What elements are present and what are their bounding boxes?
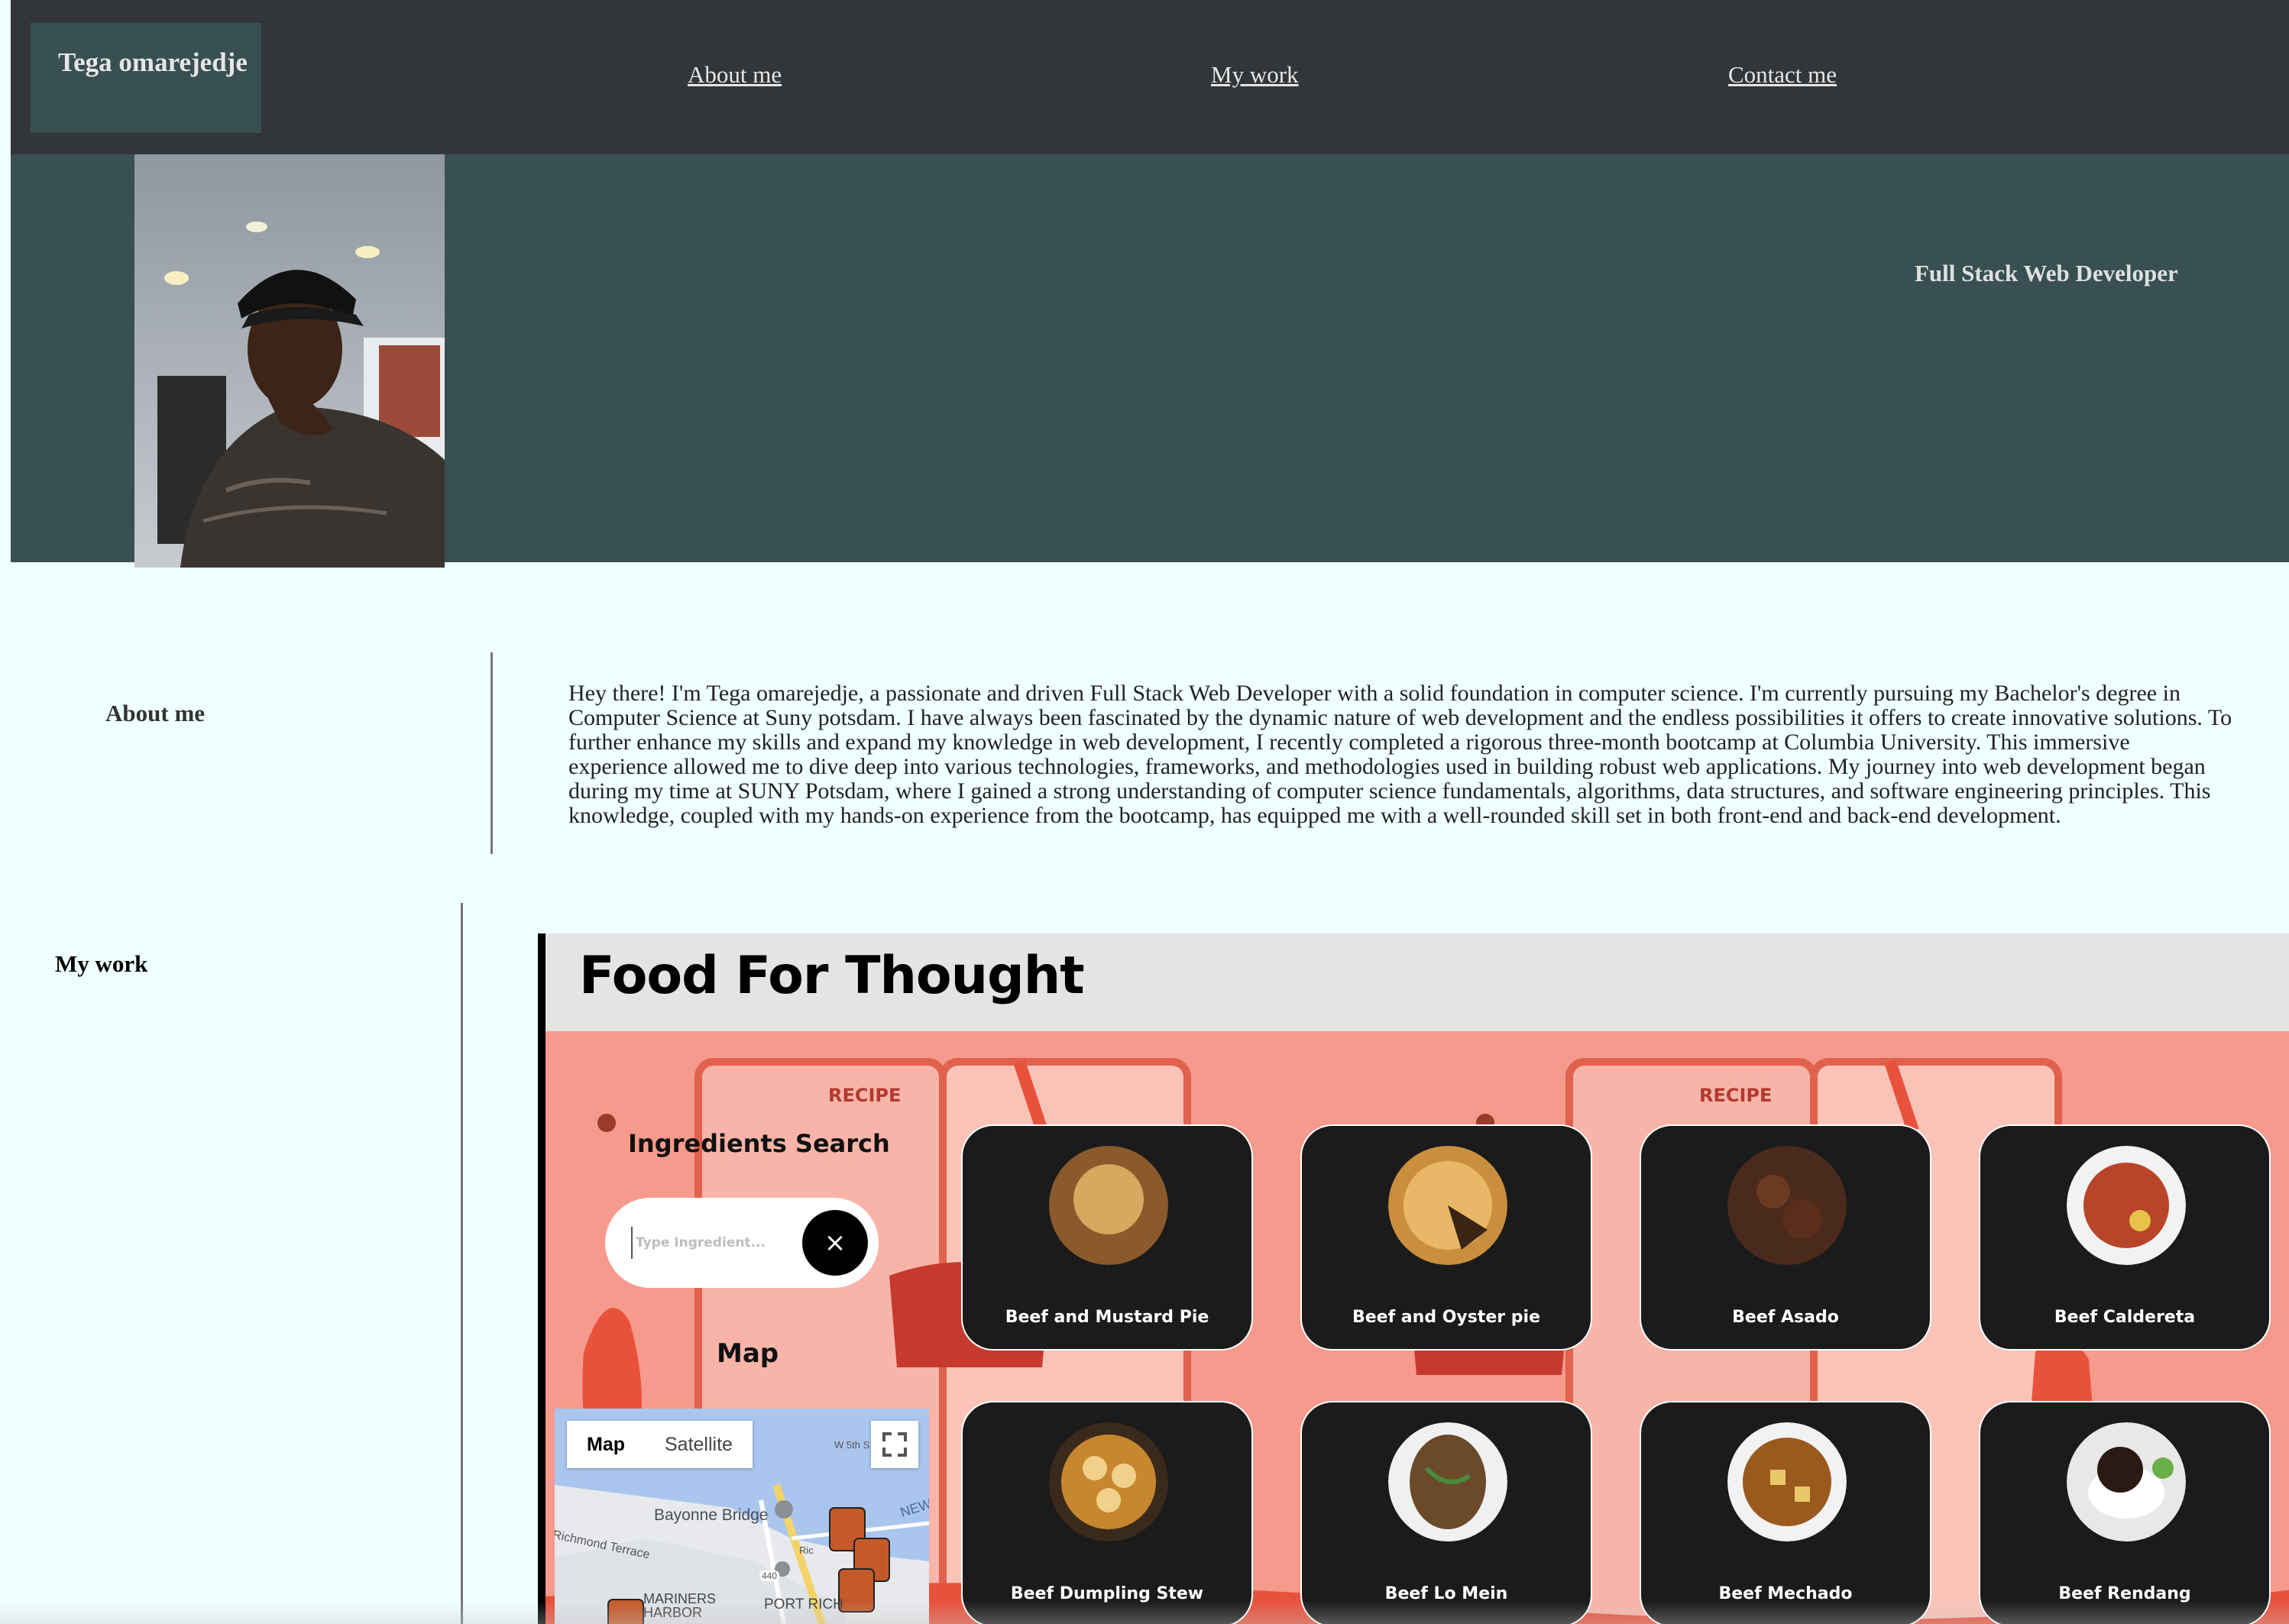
about-divider: [490, 652, 493, 854]
google-map[interactable]: Map Satellite Bayonne Bridge Richmond Te…: [555, 1409, 929, 1624]
recipe-image: [1727, 1146, 1847, 1265]
top-navbar: Tega omarejedje About me My work Contact…: [11, 0, 2289, 154]
map-title: Map: [717, 1338, 779, 1369]
recipe-image: [1388, 1146, 1507, 1265]
recipe-name: Beef Dumpling Stew: [1010, 1584, 1204, 1603]
recipe-image: [1049, 1146, 1168, 1265]
map-label-mariners: MARINERS HARBOR: [643, 1591, 717, 1620]
recipe-name: Beef and Oyster pie: [1352, 1308, 1541, 1327]
ingredient-search-input[interactable]: [631, 1227, 799, 1259]
map-tab-satellite[interactable]: Satellite: [645, 1421, 753, 1468]
work-heading: My work: [55, 950, 148, 977]
recipe-card[interactable]: Beef Asado: [1640, 1124, 1931, 1351]
fullscreen-button[interactable]: [871, 1421, 918, 1468]
map-label-port: PORT RICH: [764, 1597, 843, 1613]
map-type-toggle: Map Satellite: [567, 1421, 753, 1468]
project-title: Food For Thought: [579, 946, 1085, 1006]
recipe-card[interactable]: Beef Caldereta: [1979, 1124, 2271, 1351]
recipe-card[interactable]: Beef Mechado: [1640, 1401, 1931, 1624]
recipe-card[interactable]: Beef Rendang: [1979, 1401, 2271, 1624]
brand-logo[interactable]: Tega omarejedje: [31, 23, 261, 133]
recipe-name: Beef Lo Mein: [1384, 1584, 1508, 1603]
recipe-name: Beef and Mustard Pie: [1005, 1308, 1209, 1327]
profile-photo: [134, 154, 445, 568]
recipe-image: [1049, 1422, 1168, 1542]
recipe-card[interactable]: Beef Dumpling Stew: [961, 1401, 1253, 1624]
nav-link-work[interactable]: My work: [1211, 61, 1299, 89]
clear-search-button[interactable]: ×: [802, 1210, 868, 1276]
about-paragraph: Hey there! I'm Tega omarejedje, a passio…: [568, 681, 2232, 828]
about-heading: About me: [105, 700, 206, 726]
fullscreen-icon: [882, 1432, 907, 1457]
work-divider: [461, 903, 463, 1624]
project-header: Food For Thought: [546, 933, 2289, 1031]
map-label-route: 440: [759, 1571, 780, 1581]
map-label-bridge: Bayonne Bridge: [654, 1506, 769, 1524]
ingredient-search-box: ×: [605, 1198, 879, 1288]
recipe-name: Beef Rendang: [2058, 1584, 2191, 1603]
recipe-card[interactable]: Beef and Mustard Pie: [961, 1124, 1253, 1351]
bg-recipe-text-1: RECIPE: [828, 1085, 901, 1106]
nav-link-contact[interactable]: Contact me: [1728, 61, 1837, 89]
recipe-image: [1388, 1422, 1507, 1542]
ingredients-search-title: Ingredients Search: [628, 1129, 890, 1158]
close-icon: ×: [824, 1228, 847, 1258]
hero-tagline: Full Stack Web Developer: [1915, 260, 2178, 286]
recipe-image: [2067, 1146, 2186, 1265]
recipe-image: [1727, 1422, 1847, 1542]
recipe-card[interactable]: Beef Lo Mein: [1300, 1401, 1592, 1624]
recipe-name: Beef Mechado: [1718, 1584, 1853, 1603]
map-label-ric: Ric: [799, 1545, 814, 1556]
recipe-image: [2067, 1422, 2186, 1542]
map-label-street: W 5th S: [834, 1439, 870, 1451]
recipe-name: Beef Asado: [1732, 1308, 1839, 1327]
recipe-name: Beef Caldereta: [2054, 1308, 2196, 1327]
bg-recipe-text-2: RECIPE: [1699, 1085, 1772, 1106]
map-tab-map[interactable]: Map: [567, 1421, 645, 1468]
nav-link-about[interactable]: About me: [688, 61, 782, 89]
recipe-card[interactable]: Beef and Oyster pie: [1300, 1124, 1592, 1351]
